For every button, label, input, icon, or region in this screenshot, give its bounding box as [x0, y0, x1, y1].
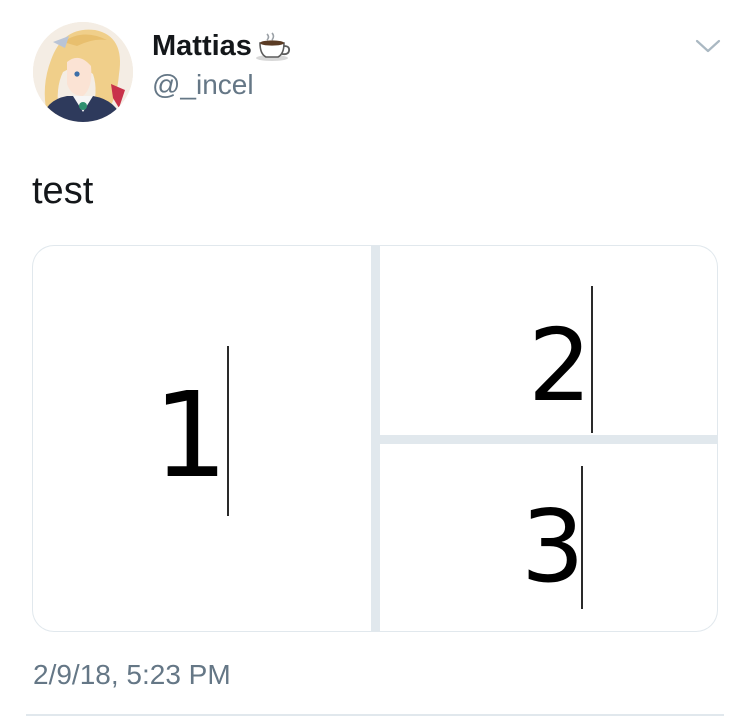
- image-numeral: 3: [521, 488, 585, 605]
- coffee-icon: [254, 31, 292, 62]
- text-cursor: [591, 286, 593, 433]
- author-handle[interactable]: @_incel: [152, 69, 254, 101]
- divider: [26, 714, 724, 716]
- media-image-2[interactable]: 2: [380, 246, 717, 435]
- chevron-down-icon[interactable]: [694, 36, 722, 56]
- image-numeral: 1: [153, 366, 229, 504]
- display-name-text: Mattias: [152, 30, 252, 62]
- tweet-timestamp[interactable]: 2/9/18, 5:23 PM: [33, 659, 231, 691]
- image-numeral: 2: [528, 307, 592, 424]
- text-cursor: [227, 346, 229, 516]
- media-image-3[interactable]: 3: [380, 444, 717, 631]
- author-name[interactable]: Mattias: [152, 30, 292, 63]
- avatar[interactable]: [33, 22, 133, 122]
- media-grid: 1 2 3: [32, 245, 718, 632]
- tweet-text: test: [32, 170, 94, 212]
- media-image-1[interactable]: 1: [33, 246, 371, 631]
- text-cursor: [581, 466, 583, 609]
- avatar-image: [33, 22, 133, 122]
